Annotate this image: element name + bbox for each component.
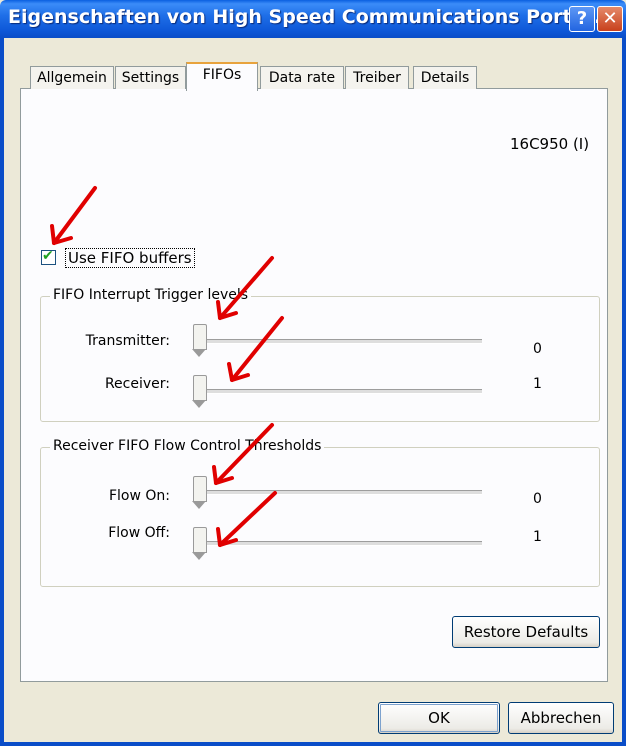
flow-off-value: 1 (533, 529, 542, 545)
window-frame-right (622, 38, 626, 746)
interrupt-trigger-group (40, 296, 600, 422)
transmitter-slider-track[interactable] (199, 339, 482, 344)
flow-off-slider-thumb[interactable] (193, 527, 207, 553)
tab-treiber[interactable]: Treiber (345, 66, 409, 89)
receiver-value: 1 (533, 376, 542, 392)
receiver-slider-track[interactable] (199, 389, 482, 394)
transmitter-value: 0 (533, 341, 542, 357)
flow-on-slider-track[interactable] (199, 490, 482, 495)
window-title: Eigenschaften von High Speed Communicati… (8, 6, 609, 28)
help-button[interactable]: ? (569, 6, 595, 32)
transmitter-slider-thumb-tip (192, 349, 206, 357)
ok-button[interactable]: OK (378, 702, 500, 734)
flow-on-slider-thumb-tip (192, 501, 206, 509)
tab-data-rate[interactable]: Data rate (260, 66, 344, 89)
tab-allgemein[interactable]: Allgemein (30, 66, 114, 89)
receiver-slider-thumb-tip (192, 400, 206, 408)
transmitter-label: Transmitter: (85, 333, 170, 349)
flow-on-slider-thumb[interactable] (193, 476, 207, 502)
checkmark-icon: ✔ (42, 248, 54, 264)
flow-off-slider-thumb-tip (192, 552, 206, 560)
window-frame-bottom (0, 742, 626, 746)
restore-defaults-button[interactable]: Restore Defaults (452, 616, 600, 648)
flow-control-group-title: Receiver FIFO Flow Control Thresholds (50, 438, 325, 454)
window-frame-left (0, 38, 4, 746)
tab-fifos[interactable]: FIFOs (186, 62, 258, 91)
flow-on-value: 0 (533, 491, 542, 507)
flow-off-slider-track[interactable] (199, 541, 482, 546)
flow-on-label: Flow On: (108, 488, 170, 504)
interrupt-trigger-group-title: FIFO Interrupt Trigger levels (50, 287, 252, 303)
receiver-slider-thumb[interactable] (193, 375, 207, 401)
close-button[interactable]: ✕ (597, 6, 623, 32)
cancel-button[interactable]: Abbrechen (508, 702, 614, 734)
flow-control-group (40, 447, 600, 587)
transmitter-slider-thumb[interactable] (193, 324, 207, 350)
tab-settings[interactable]: Settings (115, 66, 186, 89)
flow-off-label: Flow Off: (108, 525, 170, 541)
uart-type-label: 16C950 (I) (510, 135, 590, 153)
use-fifo-label[interactable]: Use FIFO buffers (65, 248, 195, 268)
receiver-label: Receiver: (104, 376, 170, 392)
tab-details[interactable]: Details (413, 66, 477, 89)
